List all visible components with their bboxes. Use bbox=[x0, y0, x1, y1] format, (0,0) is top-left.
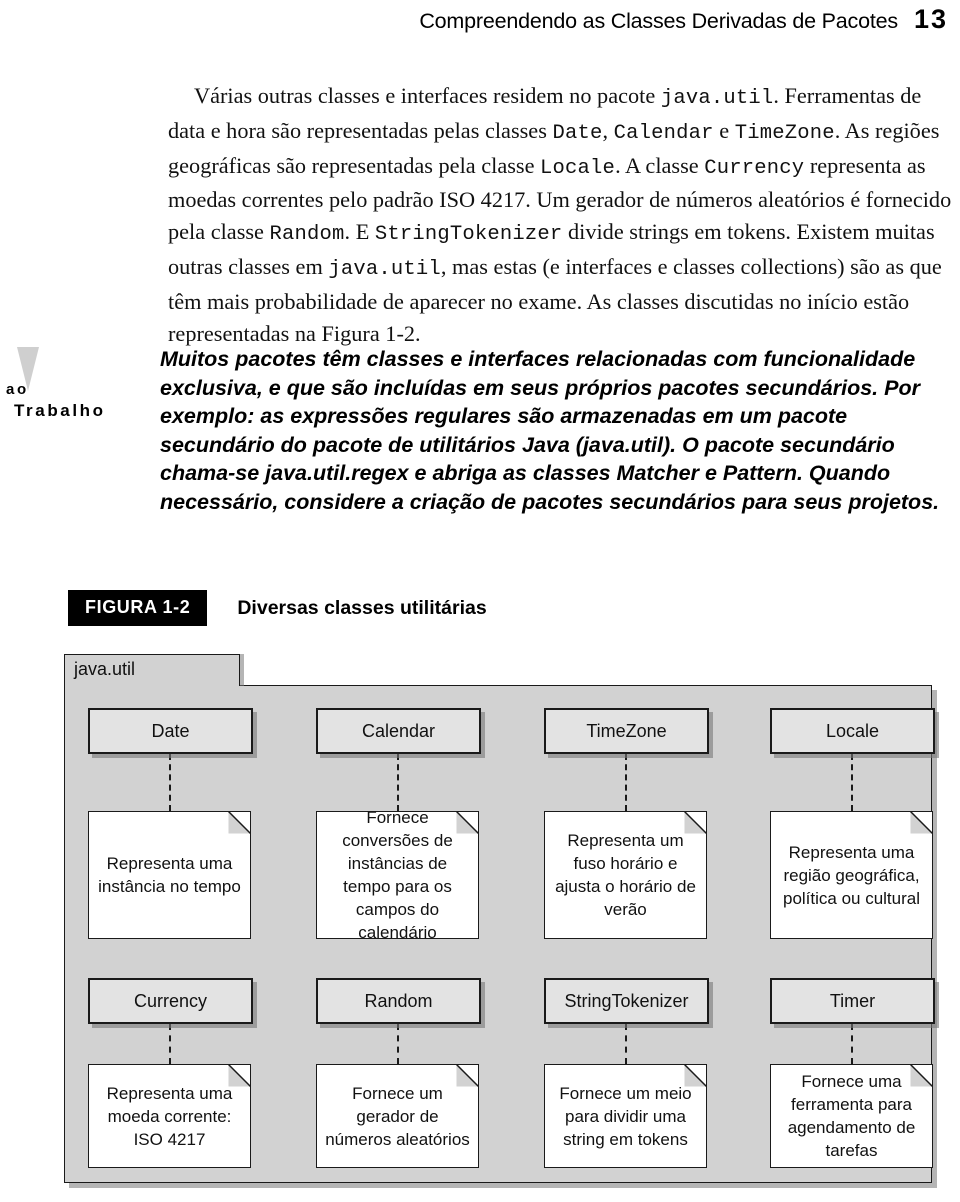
note-fold-icon bbox=[455, 810, 480, 835]
package-name-label: java.util bbox=[74, 659, 136, 679]
figure-caption: FIGURA 1-2 Diversas classes utilitárias bbox=[68, 590, 487, 626]
note-text: Fornece conversões de instâncias de temp… bbox=[342, 808, 453, 942]
class-box: Timer bbox=[770, 978, 935, 1024]
note-box: Representa um fuso horário e ajusta o ho… bbox=[544, 810, 708, 939]
note-text: Representa um fuso horário e ajusta o ho… bbox=[555, 831, 696, 919]
note-box: Fornece um meio para dividir uma string … bbox=[544, 1063, 708, 1168]
note-connector bbox=[851, 1024, 853, 1064]
note-text: Representa uma instância no tempo bbox=[98, 854, 241, 896]
note-box: Representa uma instância no tempo bbox=[88, 810, 252, 939]
class-box: Random bbox=[316, 978, 481, 1024]
note-connector bbox=[169, 754, 171, 811]
figure-tag: FIGURA 1-2 bbox=[68, 590, 208, 626]
note-fold-icon bbox=[683, 810, 708, 835]
class-box: StringTokenizer bbox=[544, 978, 709, 1024]
note-box: Fornece conversões de instâncias de temp… bbox=[316, 808, 480, 942]
package-tab: java.util bbox=[64, 654, 240, 686]
note-fold-icon bbox=[683, 1063, 708, 1088]
figure-title: Diversas classes utilitárias bbox=[237, 596, 487, 619]
note-connector bbox=[625, 1024, 627, 1064]
package-body: Date Calendar TimeZone Locale Representa… bbox=[64, 685, 935, 1183]
note-connector bbox=[397, 1024, 399, 1064]
note-fold-icon bbox=[455, 1063, 480, 1088]
class-box: Locale bbox=[770, 708, 935, 754]
class-box: Currency bbox=[88, 978, 253, 1024]
note-fold-icon bbox=[227, 1063, 252, 1088]
callout-label-line2: Trabalho bbox=[14, 401, 106, 420]
note-fold-icon bbox=[909, 810, 934, 835]
note-box: Representa uma região geográfica, políti… bbox=[770, 810, 934, 939]
page-header: Compreendendo as Classes Derivadas de Pa… bbox=[419, 4, 948, 35]
note-box: Fornece uma ferramenta para agendamento … bbox=[770, 1063, 934, 1168]
note-connector bbox=[169, 1024, 171, 1064]
on-the-job-callout: ao Trabalho Muitos pacotes têm classes e… bbox=[0, 345, 960, 545]
note-text: Fornece um meio para dividir uma string … bbox=[559, 1083, 692, 1149]
callout-text: Muitos pacotes têm classes e interfaces … bbox=[160, 347, 940, 514]
note-fold-icon bbox=[909, 1063, 934, 1088]
note-fold-icon bbox=[227, 810, 252, 835]
callout-marker: ao Trabalho bbox=[0, 345, 150, 435]
class-box: TimeZone bbox=[544, 708, 709, 754]
class-box: Date bbox=[88, 708, 253, 754]
body-paragraph: Várias outras classes e interfaces resid… bbox=[168, 83, 952, 346]
note-text: Representa uma moeda corrente: ISO 4217 bbox=[106, 1083, 233, 1149]
note-text: Representa uma região geográfica, políti… bbox=[782, 842, 921, 908]
callout-label-line1: ao bbox=[6, 381, 29, 398]
note-connector bbox=[397, 754, 399, 811]
note-connector bbox=[851, 754, 853, 811]
note-text: Fornece uma ferramenta para agendamento … bbox=[787, 1072, 916, 1160]
page-title: Compreendendo as Classes Derivadas de Pa… bbox=[419, 9, 898, 33]
note-connector bbox=[625, 754, 627, 811]
class-box: Calendar bbox=[316, 708, 481, 754]
note-text: Fornece um gerador de números aleatórios bbox=[325, 1083, 470, 1149]
callout-label: ao Trabalho bbox=[0, 381, 150, 423]
note-box: Representa uma moeda corrente: ISO 4217 bbox=[88, 1063, 252, 1168]
note-box: Fornece um gerador de números aleatórios bbox=[316, 1063, 480, 1168]
page-number: 13 bbox=[913, 4, 948, 34]
